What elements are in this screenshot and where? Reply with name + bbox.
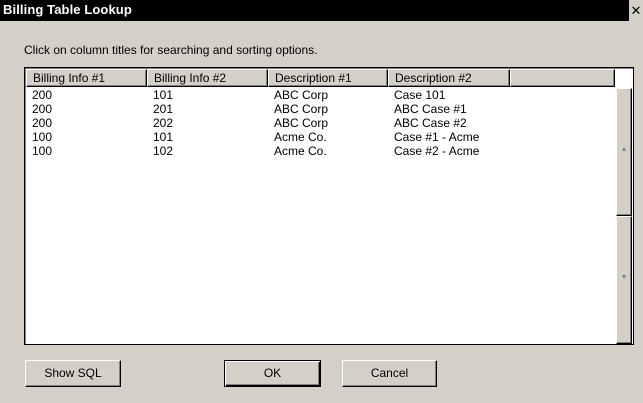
table-cell: 201 xyxy=(153,102,174,116)
title-bar[interactable]: Billing Table Lookup ✕ xyxy=(0,0,643,21)
table-row[interactable]: 100 101 Acme Co. Case #1 - Acme xyxy=(26,130,615,144)
table-cell: 200 xyxy=(32,88,53,102)
table-cell: Case #1 - Acme xyxy=(394,130,480,144)
table-cell: 202 xyxy=(153,116,174,130)
column-header-description-2[interactable]: Description #2 xyxy=(388,69,510,87)
table-cell: Acme Co. xyxy=(274,144,327,158)
table-cell: Case 101 xyxy=(394,88,446,102)
table-cell: 200 xyxy=(32,102,53,116)
table-header: Billing Info #1 Billing Info #2 Descript… xyxy=(26,69,615,87)
show-sql-button[interactable]: Show SQL xyxy=(25,360,121,387)
column-header-billing-info-1[interactable]: Billing Info #1 xyxy=(26,69,147,87)
instruction-text: Click on column titles for searching and… xyxy=(24,43,318,57)
table-cell: 100 xyxy=(32,144,53,158)
table-cell: 101 xyxy=(153,130,174,144)
ok-button[interactable]: OK xyxy=(224,360,321,387)
billing-table[interactable]: Billing Info #1 Billing Info #2 Descript… xyxy=(24,67,634,345)
table-cell: 200 xyxy=(32,116,53,130)
cancel-button[interactable]: Cancel xyxy=(342,360,437,387)
table-cell: ABC Case #1 xyxy=(394,102,467,116)
table-cell: ABC Case #2 xyxy=(394,116,467,130)
table-cell: ABC Corp xyxy=(274,88,329,102)
table-row[interactable]: 100 102 Acme Co. Case #2 - Acme xyxy=(26,144,615,158)
table-cell: ABC Corp xyxy=(274,116,329,130)
table-cell: Case #2 - Acme xyxy=(394,144,480,158)
table-row[interactable]: 200 202 ABC Corp ABC Case #2 xyxy=(26,116,615,130)
column-header-filler xyxy=(510,69,615,87)
scroll-up-arrow-icon[interactable]: ▲ xyxy=(616,88,632,216)
close-icon[interactable]: ✕ xyxy=(629,0,643,21)
table-cell: Acme Co. xyxy=(274,130,327,144)
window-title: Billing Table Lookup xyxy=(3,2,132,17)
table-row[interactable]: 200 101 ABC Corp Case 101 xyxy=(26,88,615,102)
table-body: 200 101 ABC Corp Case 101 200 201 ABC Corp ABC … xyxy=(26,88,615,158)
table-cell: 100 xyxy=(32,130,53,144)
table-cell: 101 xyxy=(153,88,174,102)
scroll-down-arrow-icon[interactable]: ▼ xyxy=(616,216,632,344)
table-cell: 102 xyxy=(153,144,174,158)
column-header-billing-info-2[interactable]: Billing Info #2 xyxy=(147,69,268,87)
table-row[interactable]: 200 201 ABC Corp ABC Case #1 xyxy=(26,102,615,116)
column-header-description-1[interactable]: Description #1 xyxy=(268,69,388,87)
billing-lookup-dialog: Billing Table Lookup ✕ Click on column t… xyxy=(0,0,643,403)
vertical-scrollbar[interactable]: ▲ ▼ xyxy=(616,88,632,344)
table-cell: ABC Corp xyxy=(274,102,329,116)
